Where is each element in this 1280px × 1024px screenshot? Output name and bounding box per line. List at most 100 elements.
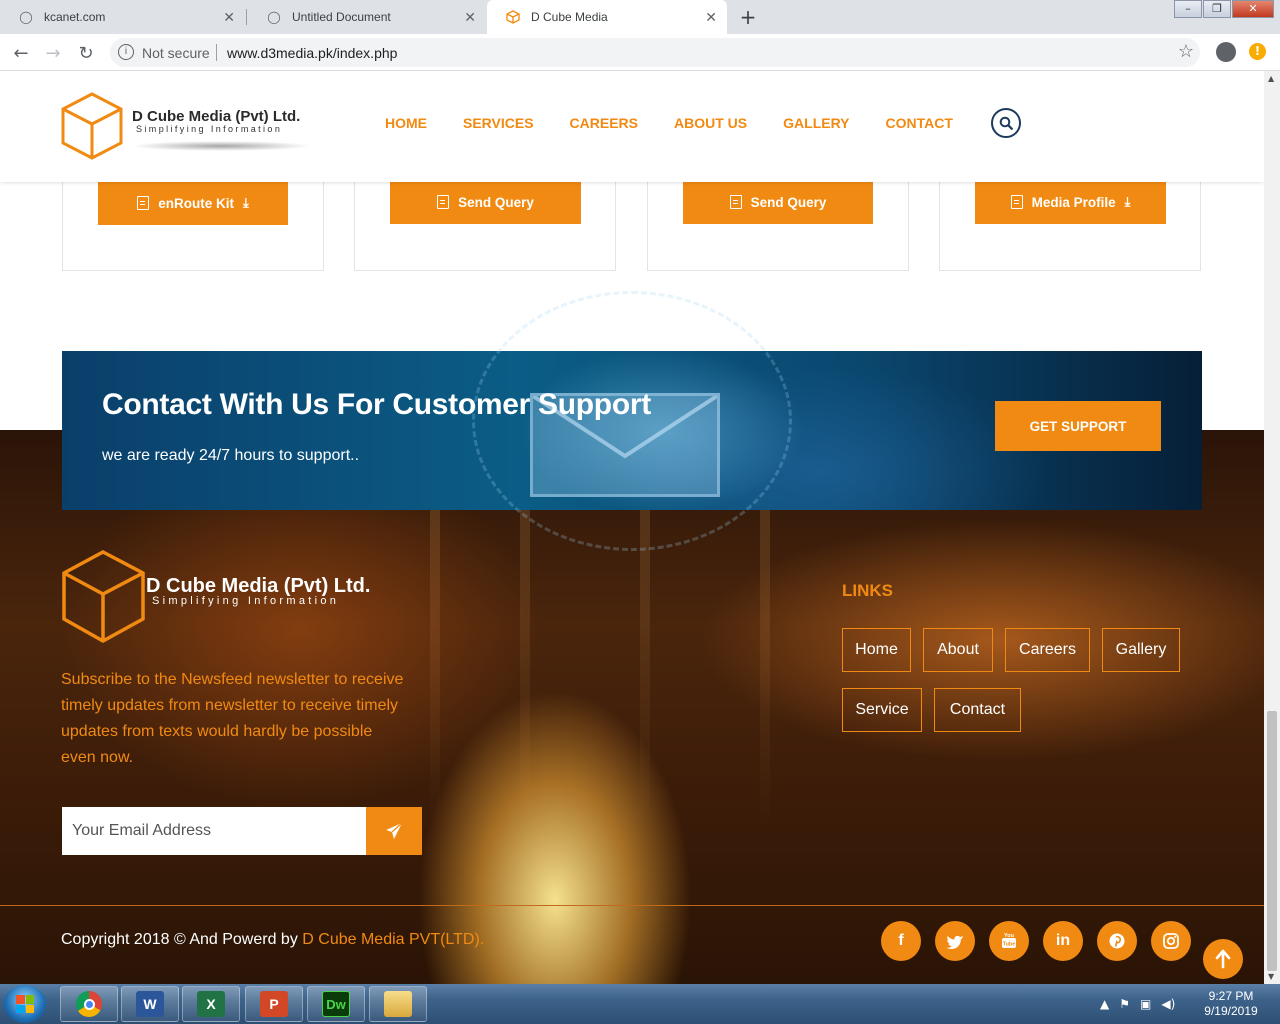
newsletter-form: [62, 807, 422, 855]
button-label: Send Query: [458, 194, 534, 210]
close-tab-icon[interactable]: ✕: [223, 9, 235, 26]
footer-link-service[interactable]: Service: [842, 688, 922, 732]
get-support-button[interactable]: GET SUPPORT: [995, 401, 1161, 451]
tab-untitled-document[interactable]: ◯ Untitled Document ✕: [248, 0, 486, 34]
download-icon: ⤓: [243, 195, 249, 210]
twitter-icon[interactable]: [935, 921, 975, 961]
tab-title: D Cube Media: [531, 10, 608, 24]
network-icon[interactable]: ▣: [1140, 997, 1151, 1011]
taskbar-clock[interactable]: 9:27 PM 9/19/2019: [1196, 989, 1266, 1019]
arrow-up-icon: [1215, 949, 1231, 969]
svg-text:You: You: [1004, 933, 1014, 939]
enroute-kit-button[interactable]: enRoute Kit ⤓: [98, 181, 288, 225]
links-heading: LINKS: [842, 581, 893, 600]
cube-logo-icon: [62, 550, 145, 644]
download-icon: ⤓: [1124, 194, 1131, 209]
document-icon: [729, 195, 742, 209]
footer-link-about[interactable]: About: [923, 628, 993, 672]
volume-icon[interactable]: ◀): [1161, 997, 1175, 1011]
url-text[interactable]: www.d3media.pk/index.php: [227, 45, 397, 61]
show-hidden-icons-icon[interactable]: ▲: [1100, 997, 1109, 1011]
button-label: enRoute Kit: [158, 195, 234, 211]
cube-favicon-icon: [505, 9, 521, 25]
security-label[interactable]: Not secure: [142, 45, 210, 61]
taskbar-dreamweaver[interactable]: Dw: [307, 986, 365, 1022]
taskbar-explorer[interactable]: [369, 986, 427, 1022]
youtube-icon[interactable]: You Tube: [989, 921, 1029, 961]
tab-kcanet[interactable]: ◯ kcanet.com ✕: [0, 0, 245, 34]
nav-careers[interactable]: CAREERS: [570, 115, 638, 131]
subscribe-button[interactable]: [366, 807, 422, 855]
button-label: Media Profile: [1031, 194, 1116, 210]
send-query-button[interactable]: Send Query: [390, 180, 581, 224]
info-icon[interactable]: i: [118, 44, 134, 60]
nav-services[interactable]: SERVICES: [463, 115, 534, 131]
word-icon: W: [136, 991, 164, 1017]
decor-beam: [520, 510, 530, 830]
scrollbar-thumb[interactable]: [1267, 711, 1277, 971]
taskbar-word[interactable]: W: [121, 986, 179, 1022]
close-tab-icon[interactable]: ✕: [705, 9, 717, 26]
omnibox[interactable]: i Not secure www.d3media.pk/index.php ☆: [110, 38, 1200, 67]
maximize-button[interactable]: ❐: [1203, 0, 1231, 18]
footer-divider: [0, 905, 1264, 906]
footer-logo-tagline: Simplifying Information: [152, 595, 340, 607]
media-profile-button[interactable]: Media Profile ⤓: [975, 180, 1166, 224]
update-alert-icon[interactable]: !: [1249, 43, 1266, 60]
banner-subtitle: we are ready 24/7 hours to support..: [102, 447, 360, 464]
email-input[interactable]: [62, 807, 366, 855]
instagram-icon[interactable]: [1151, 921, 1191, 961]
profile-avatar-icon[interactable]: [1216, 42, 1236, 62]
windows-logo-icon: [16, 995, 34, 1013]
tab-separator: [246, 9, 247, 25]
copyright-prefix: Copyright 2018 © And Powerd by: [61, 931, 303, 948]
cube-logo-icon: [61, 92, 123, 160]
search-button[interactable]: [991, 108, 1021, 138]
customer-support-banner: Contact With Us For Customer Support we …: [62, 291, 1202, 551]
scroll-up-arrow-icon[interactable]: ▲: [1268, 74, 1274, 83]
taskbar-excel[interactable]: X: [182, 986, 240, 1022]
reload-icon[interactable]: ↻: [74, 41, 98, 65]
tab-title: kcanet.com: [44, 10, 106, 24]
footer-link-contact[interactable]: Contact: [934, 688, 1021, 732]
scroll-to-top-button[interactable]: [1203, 939, 1243, 979]
chrome-icon: [76, 991, 102, 1017]
nav-contact[interactable]: CONTACT: [886, 115, 953, 131]
window-close-button[interactable]: ✕: [1232, 0, 1274, 18]
send-query-button[interactable]: Send Query: [683, 180, 873, 224]
site-header: D Cube Media (Pvt) Ltd. Simplifying Info…: [0, 71, 1264, 182]
footer-link-careers[interactable]: Careers: [1005, 628, 1090, 672]
copyright-brand-link[interactable]: D Cube Media PVT(LTD).: [302, 931, 484, 948]
new-tab-button[interactable]: +: [735, 5, 761, 29]
copyright-text: Copyright 2018 © And Powerd by D Cube Me…: [61, 931, 484, 949]
facebook-icon[interactable]: f: [881, 921, 921, 961]
nav-gallery[interactable]: GALLERY: [783, 115, 849, 131]
svg-text:Tube: Tube: [1003, 942, 1016, 948]
close-tab-icon[interactable]: ✕: [464, 9, 476, 26]
tab-d-cube-media[interactable]: D Cube Media ✕: [487, 0, 727, 34]
logo-name: D Cube Media (Pvt) Ltd.: [132, 108, 301, 125]
nav-about-us[interactable]: ABOUT US: [674, 115, 747, 131]
scroll-down-arrow-icon[interactable]: ▼: [1268, 972, 1274, 981]
taskbar-chrome[interactable]: [60, 986, 118, 1022]
pinterest-icon[interactable]: [1097, 921, 1137, 961]
footer-link-home[interactable]: Home: [842, 628, 911, 672]
back-arrow-icon[interactable]: ←: [9, 41, 33, 65]
footer-link-gallery[interactable]: Gallery: [1102, 628, 1180, 672]
taskbar-powerpoint[interactable]: P: [245, 986, 303, 1022]
page-viewport: enRoute Kit ⤓ Send Query Send Query Medi…: [0, 71, 1264, 984]
paper-plane-icon: [386, 822, 403, 839]
bookmark-star-icon[interactable]: ☆: [1178, 41, 1194, 62]
footer-logo[interactable]: D Cube Media (Pvt) Ltd. Simplifying Info…: [61, 549, 421, 645]
action-center-flag-icon[interactable]: ⚑: [1119, 997, 1130, 1011]
minimize-button[interactable]: –: [1174, 0, 1202, 18]
button-label: Send Query: [750, 194, 827, 210]
page-scrollbar[interactable]: ▲ ▼: [1264, 71, 1280, 984]
start-button[interactable]: [4, 985, 46, 1023]
omnibox-divider: [216, 44, 217, 61]
forward-arrow-icon[interactable]: →: [41, 41, 65, 65]
nav-home[interactable]: HOME: [385, 115, 427, 131]
site-logo[interactable]: D Cube Media (Pvt) Ltd. Simplifying Info…: [61, 91, 331, 161]
linkedin-icon[interactable]: in: [1043, 921, 1083, 961]
tab-title: Untitled Document: [292, 10, 391, 24]
